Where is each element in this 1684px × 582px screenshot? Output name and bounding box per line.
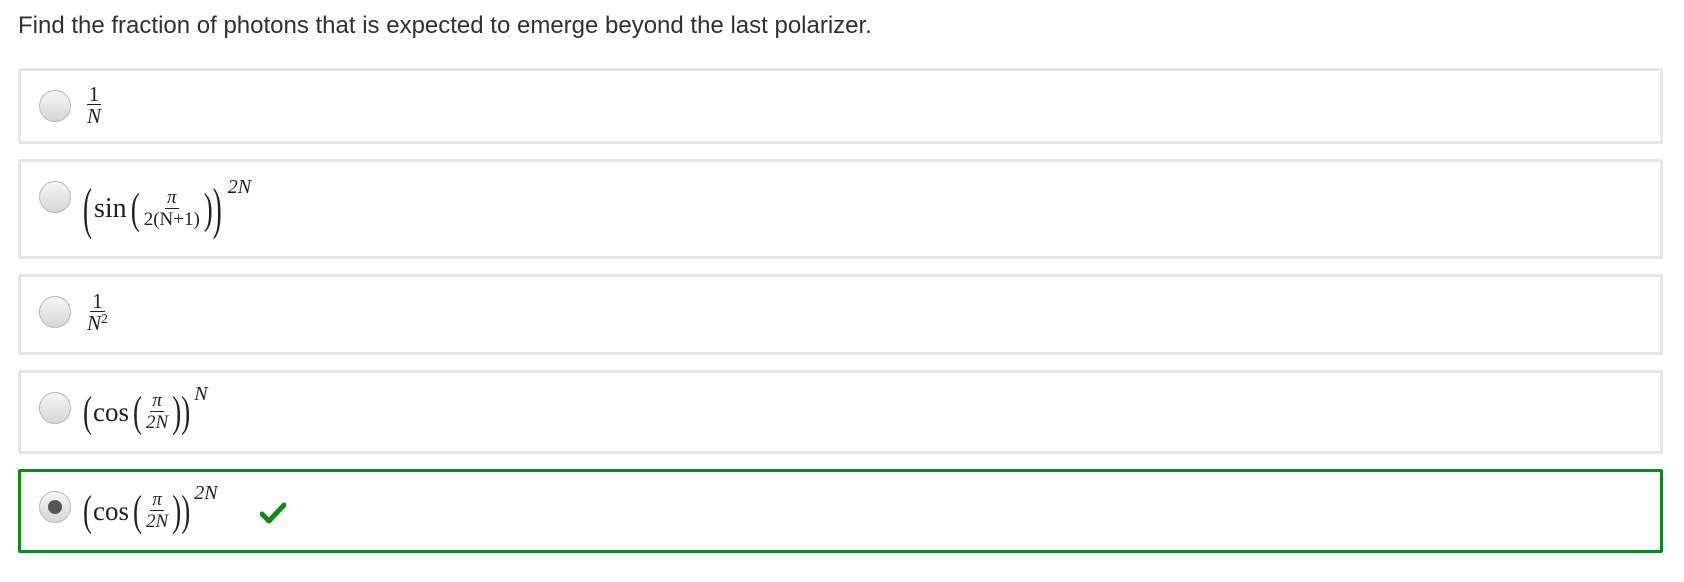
denominator: 2N [146,510,169,532]
checkmark-icon [260,502,286,524]
paren: ) [203,184,213,233]
function-name: sin [94,193,127,224]
function-name: cos [93,396,129,427]
denominator: N [87,103,102,128]
fraction: 1 N2 [85,291,110,338]
paren: ) [181,387,191,436]
radio-choice-d[interactable] [39,392,71,424]
exponent: N [194,382,208,405]
numerator: 1 [90,289,105,313]
denominator: 2N [146,411,169,433]
paren: ( [83,176,92,240]
choice-e[interactable]: ( cos ( π 2N ) ) 2N [18,469,1663,553]
radio-choice-e[interactable] [39,491,71,523]
denominator-exponent: 2 [101,312,109,327]
math-expression: 1 N2 [83,277,112,352]
radio-choice-c[interactable] [39,296,71,328]
paren: ) [172,387,182,436]
exponent: 2N [227,175,252,198]
paren: ( [133,486,142,535]
paren: ) [212,176,222,240]
math-expression: ( sin ( π 2(N+1) ) ) 2N [83,162,251,256]
exponent: 2N [194,481,218,504]
denominator-base: N [87,311,102,335]
choice-c[interactable]: 1 N2 [18,274,1663,355]
paren: ) [172,486,182,535]
choice-a[interactable]: 1 N [18,68,1663,144]
question-text: Find the fraction of photons that is exp… [18,12,872,39]
math-expression: 1 N [83,69,105,141]
radio-choice-a[interactable] [39,90,71,122]
numerator: 1 [86,81,102,106]
function-name: cos [93,495,129,526]
fraction: π 2N [144,389,170,434]
numerator: π [164,186,179,209]
radio-choice-b[interactable] [39,181,71,213]
paren: ( [130,184,140,233]
fraction: π 2(N+1) [142,186,202,231]
denominator: 2(N+1) [143,208,200,230]
math-expression: ( cos ( π 2N ) ) 2N [83,472,218,550]
paren: ( [133,387,142,436]
answer-choices: 1 N ( sin ( π 2(N+1) ) ) 2N 1 N2 (cos (… [18,68,1666,553]
choice-d[interactable]: ( cos ( π 2N ) ) N [18,370,1663,454]
numerator: π [150,389,164,412]
denominator: N2 [85,312,110,338]
math-expression: ( cos ( π 2N ) ) N [83,373,208,451]
paren: ( [83,486,92,535]
numerator: π [150,488,164,511]
paren: ) [181,486,191,535]
paren: ( [83,387,92,436]
fraction: π 2N [144,488,170,533]
choice-b[interactable]: ( sin ( π 2(N+1) ) ) 2N [18,159,1663,259]
fraction: 1 N [85,81,103,128]
